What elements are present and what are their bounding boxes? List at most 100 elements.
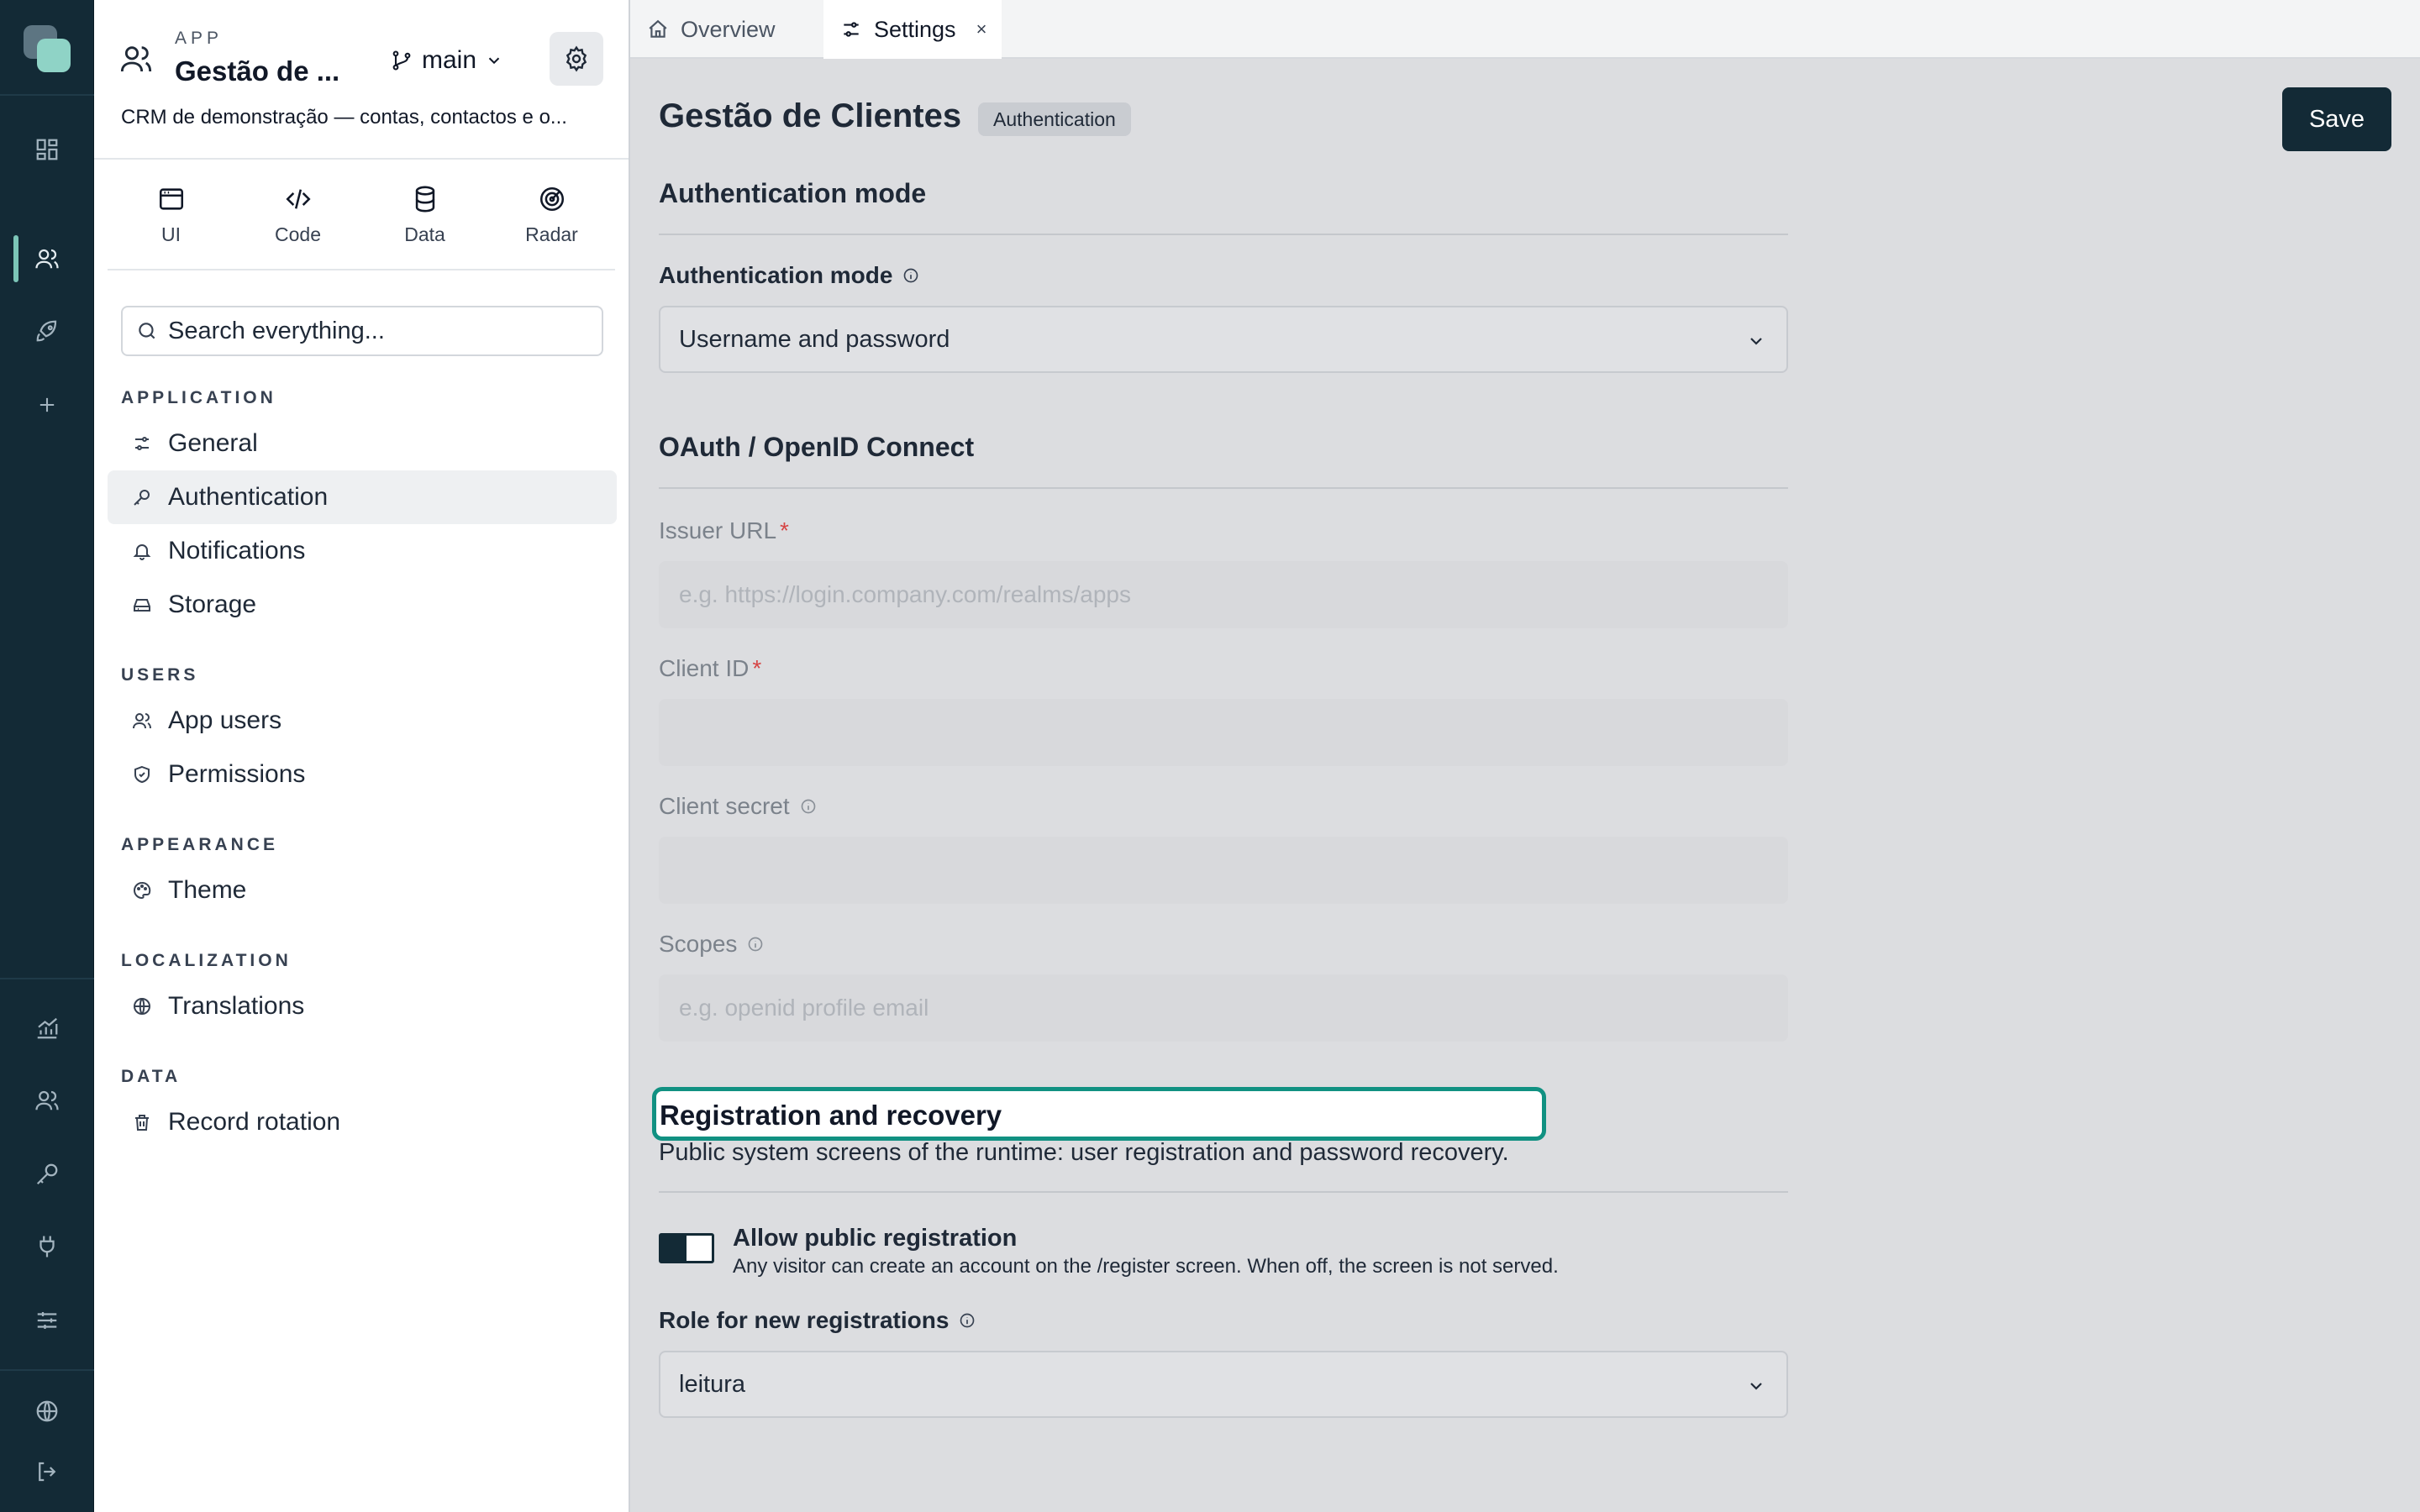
chevron-down-icon	[1746, 331, 1766, 351]
select-value: leitura	[679, 1370, 745, 1398]
info-icon[interactable]	[747, 936, 764, 953]
palette-icon	[131, 879, 153, 901]
settings-content: Gestão de Clientes Authentication Save A…	[630, 60, 2420, 1512]
scopes-label: Scopes	[659, 931, 764, 958]
nav-section-users: USERS	[121, 665, 199, 685]
client-secret-field[interactable]	[659, 837, 1788, 904]
search-input[interactable]	[168, 317, 588, 345]
tab-overview[interactable]: Overview	[630, 0, 822, 59]
team-icon[interactable]	[27, 1080, 67, 1121]
branch-selector[interactable]: main	[390, 44, 503, 77]
field-label-text: Client secret	[659, 793, 790, 819]
logout-icon[interactable]	[27, 1452, 67, 1492]
code-icon	[284, 185, 313, 213]
app-header: APP Gestão de ... main CRM de demonstraç…	[94, 0, 629, 160]
auth-mode-select[interactable]: Username and password	[659, 306, 1788, 373]
section-heading-text: Registration and recovery	[660, 1100, 1002, 1131]
sidebar-item-label: Translations	[168, 992, 305, 1020]
tab-settings[interactable]: Settings ×	[823, 0, 1002, 59]
rail-divider	[0, 1369, 94, 1371]
required-marker: *	[780, 517, 789, 543]
tab-label: Overview	[681, 16, 776, 42]
plug-icon[interactable]	[27, 1226, 67, 1267]
logo[interactable]	[24, 22, 71, 72]
toggle-description: Any visitor can create an account on the…	[733, 1255, 1559, 1278]
sidebar-item-label: Permissions	[168, 760, 306, 788]
field-label-text: Authentication mode	[659, 262, 893, 288]
hard-drive-icon	[131, 594, 153, 616]
tool-data[interactable]: Data	[361, 175, 488, 269]
tool-switcher: UI Code Data Radar	[108, 175, 615, 270]
tool-label: Code	[275, 223, 321, 245]
tool-ui[interactable]: UI	[108, 175, 234, 269]
sidebar-item-permissions[interactable]: Permissions	[108, 748, 617, 801]
tab-bar: Overview Settings ×	[630, 0, 2420, 59]
sliders-icon	[840, 18, 862, 40]
users-icon	[131, 710, 153, 732]
plus-icon[interactable]	[27, 385, 67, 425]
database-icon	[411, 185, 439, 213]
window-icon	[157, 185, 186, 213]
app-kicker: APP	[175, 29, 224, 48]
tool-code[interactable]: Code	[234, 175, 361, 269]
role-select[interactable]: leitura	[659, 1351, 1788, 1418]
sidebar-item-general[interactable]: General	[108, 417, 617, 470]
tool-label: Data	[404, 223, 445, 245]
section-heading-registration[interactable]: Registration and recovery	[652, 1087, 1546, 1141]
rocket-icon[interactable]	[27, 311, 67, 351]
key-icon[interactable]	[27, 1154, 67, 1194]
save-button[interactable]: Save	[2282, 87, 2391, 151]
nav-section-application: APPLICATION	[121, 388, 276, 407]
sliders-icon	[131, 433, 153, 454]
app-description: CRM de demonstração — contas, contactos …	[121, 106, 567, 129]
gear-icon	[563, 45, 590, 72]
globe-icon[interactable]	[27, 1391, 67, 1431]
app-settings-button[interactable]	[550, 32, 603, 86]
info-icon[interactable]	[959, 1312, 976, 1329]
tool-label: Radar	[525, 223, 578, 245]
chevron-down-icon	[1746, 1376, 1766, 1396]
tab-label: Settings	[874, 16, 956, 42]
sidebar-item-translations[interactable]: Translations	[108, 979, 617, 1033]
field-placeholder: e.g. https://login.company.com/realms/ap…	[679, 581, 1131, 607]
sidebar-item-notifications[interactable]: Notifications	[108, 524, 617, 578]
sliders-icon[interactable]	[27, 1300, 67, 1341]
sidebar-item-storage[interactable]: Storage	[108, 578, 617, 632]
sidebar-item-label: Theme	[168, 876, 247, 904]
search-box	[121, 306, 603, 356]
sidebar-item-theme[interactable]: Theme	[108, 864, 617, 917]
toggle-knob	[661, 1236, 687, 1261]
section-description: Public system screens of the runtime: us…	[659, 1139, 1509, 1166]
sidebar-item-label: Storage	[168, 591, 257, 618]
sidebar-item-app-users[interactable]: App users	[108, 694, 617, 748]
page-title: Gestão de Clientes	[659, 97, 962, 134]
required-marker: *	[752, 655, 762, 681]
issuer-url-label: Issuer URL *	[659, 517, 789, 544]
tool-radar[interactable]: Radar	[488, 175, 615, 269]
branch-icon	[390, 49, 413, 72]
info-icon[interactable]	[800, 798, 817, 815]
section-badge: Authentication	[978, 102, 1131, 136]
analytics-icon[interactable]	[27, 1008, 67, 1048]
app-name: Gestão de ...	[175, 55, 340, 87]
client-id-label: Client ID *	[659, 655, 761, 682]
dashboard-icon[interactable]	[27, 129, 67, 170]
app-rail	[0, 0, 94, 1512]
nav-section-localization: LOCALIZATION	[121, 951, 292, 970]
issuer-url-field[interactable]: e.g. https://login.company.com/realms/ap…	[659, 561, 1788, 628]
app-panel: APP Gestão de ... main CRM de demonstraç…	[94, 0, 630, 1512]
sidebar-item-label: Record rotation	[168, 1108, 341, 1136]
client-id-field[interactable]	[659, 699, 1788, 766]
public-registration-toggle[interactable]	[659, 1233, 714, 1263]
close-icon[interactable]: ×	[976, 18, 987, 40]
nav-section-data: DATA	[121, 1067, 182, 1086]
section-divider	[659, 1191, 1788, 1193]
sidebar-item-record-rotation[interactable]: Record rotation	[108, 1095, 617, 1149]
sidebar-item-authentication[interactable]: Authentication	[108, 470, 617, 524]
section-divider	[659, 487, 1788, 489]
info-icon[interactable]	[902, 267, 919, 284]
users-icon[interactable]	[27, 239, 67, 279]
branch-label: main	[422, 46, 477, 74]
section-divider	[659, 234, 1788, 235]
scopes-field[interactable]: e.g. openid profile email	[659, 974, 1788, 1042]
